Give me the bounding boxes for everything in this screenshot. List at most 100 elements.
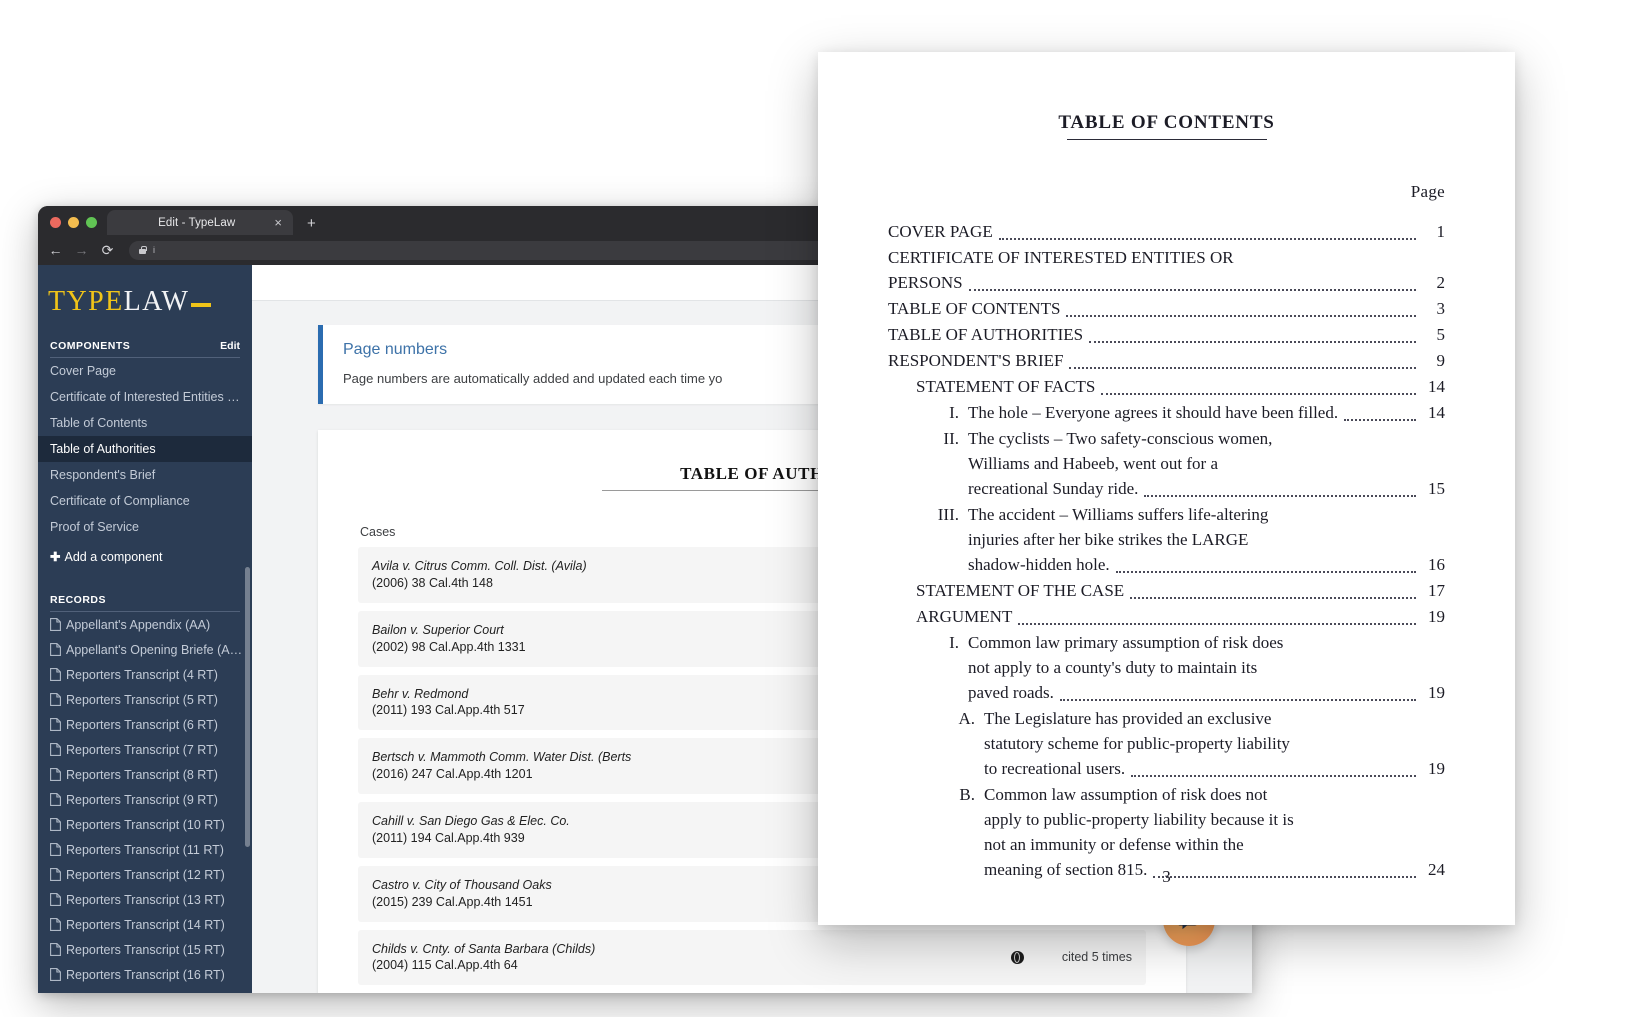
toc-entry[interactable]: ARGUMENT 19 — [888, 605, 1445, 630]
toc-entry[interactable]: CERTIFICATE OF INTERESTED ENTITIES OR PER… — [888, 246, 1445, 296]
toc-leader-dots — [968, 289, 1416, 292]
toc-footer-page-number: 3 — [1162, 867, 1171, 886]
sidebar-record-item[interactable]: Appellant's Appendix (AA) — [38, 612, 252, 637]
toc-entry-line: The Legislature has provided an exclusiv… — [984, 709, 1272, 729]
toc-leader-dots — [1059, 699, 1416, 702]
document-icon — [50, 643, 61, 656]
app-sidebar: TYPELAW COMPONENTS Edit Cover Page Certif… — [38, 265, 252, 993]
sidebar-record-item[interactable]: Reporters Transcript (9 RT) — [38, 787, 252, 812]
toc-entry-line: Common law primary assumption of risk do… — [968, 633, 1284, 653]
case-citation-block: Avila v. Citrus Comm. Coll. Dist. (Avila… — [372, 558, 587, 592]
record-label: Reporters Transcript (12 RT) — [66, 867, 225, 882]
sidebar-scrollbar[interactable] — [245, 267, 251, 991]
toc-entry[interactable]: TABLE OF AUTHORITIES 5 — [888, 323, 1445, 348]
sidebar-component-item[interactable]: Proof of Service — [38, 514, 252, 540]
toc-entry-page: 19 — [1428, 683, 1445, 703]
sidebar-record-item[interactable]: Reporters Transcript (7 RT) — [38, 737, 252, 762]
case-name: Cahill v. San Diego Gas & Elec. Co. — [372, 814, 570, 828]
toc-entry[interactable]: STATEMENT OF FACTS 14 — [888, 375, 1445, 400]
sidebar-record-item[interactable]: Reporters Transcript (6 RT) — [38, 712, 252, 737]
add-component-button[interactable]: ✚ Add a component — [38, 540, 252, 568]
toc-entry-page: 14 — [1428, 403, 1445, 423]
sidebar-record-item[interactable]: Reporters Transcript (12 RT) — [38, 862, 252, 887]
toc-entry[interactable]: COVER PAGE 1 — [888, 220, 1445, 245]
toc-entry-last-line: STATEMENT OF THE CASE 17 — [916, 579, 1445, 604]
sidebar-record-item[interactable]: Reporters Transcript (11 RT) — [38, 837, 252, 862]
components-section-header: COMPONENTS Edit — [50, 340, 240, 358]
sidebar-component-item[interactable]: Table of Authorities — [38, 436, 252, 462]
address-bar-text: i — [153, 245, 156, 255]
case-citation-block: Bertsch v. Mammoth Comm. Water Dist. (Be… — [372, 749, 631, 783]
toc-page-column-header: Page — [1410, 182, 1445, 202]
toc-entry-page: 14 — [1428, 377, 1445, 397]
sidebar-component-item[interactable]: Certificate of Compliance — [38, 488, 252, 514]
sidebar-record-item[interactable]: Reporters Transcript (15 RT) — [38, 937, 252, 962]
sidebar-record-item[interactable]: Reporters Transcript (16 RT) — [38, 962, 252, 987]
case-name: Avila v. Citrus Comm. Coll. Dist. (Avila… — [372, 559, 587, 573]
toc-entry-last-line: STATEMENT OF FACTS 14 — [916, 375, 1445, 400]
reload-icon[interactable]: ⟳ — [100, 243, 115, 257]
sidebar-record-item[interactable]: Reporters Transcript (5 RT) — [38, 687, 252, 712]
sidebar-component-item[interactable]: Cover Page — [38, 358, 252, 384]
toc-leader-dots — [998, 238, 1416, 241]
screenshot-stage: Edit - TypeLaw × + ← → ⟳ i TYPELAW COMPO… — [0, 0, 1638, 1017]
sidebar-component-item[interactable]: Certificate of Interested Entities o… — [38, 384, 252, 410]
toc-entry-text: TABLE OF CONTENTS — [888, 299, 1061, 319]
toc-entry[interactable]: III. The accident – Williams suffers life… — [888, 503, 1445, 578]
record-label: Reporters Transcript (7 RT) — [66, 742, 218, 757]
toc-entry-body: TABLE OF CONTENTS 3 — [888, 297, 1445, 322]
sidebar-record-item[interactable]: Appellant's Opening Briefe (A… — [38, 637, 252, 662]
toc-entry-text: The hole – Everyone agrees it should hav… — [968, 403, 1339, 423]
case-citation-block: Bailon v. Superior Court (2002) 98 Cal.Ap… — [372, 622, 526, 656]
sidebar-component-item[interactable]: Respondent's Brief — [38, 462, 252, 488]
typelaw-logo[interactable]: TYPELAW — [38, 265, 252, 334]
toc-entry-number: A. — [958, 709, 975, 729]
toc-entry-text: STATEMENT OF THE CASE — [916, 581, 1125, 601]
sidebar-component-item[interactable]: Table of Contents — [38, 410, 252, 436]
lock-icon — [139, 246, 147, 254]
back-icon[interactable]: ← — [48, 243, 63, 257]
document-icon — [50, 693, 61, 706]
toc-entry[interactable]: RESPONDENT'S BRIEF 9 — [888, 349, 1445, 374]
record-label: Reporters Transcript (8 RT) — [66, 767, 218, 782]
case-row[interactable]: Childs v. Cnty. of Santa Barbara (Childs… — [358, 929, 1146, 986]
sidebar-record-item[interactable]: Reporters Transcript (14 RT) — [38, 912, 252, 937]
toc-entry-page: 19 — [1428, 607, 1445, 627]
toc-entries: COVER PAGE 1 CERTIFICATE OF INTERESTED ENT… — [888, 220, 1445, 883]
components-title: COMPONENTS — [50, 340, 131, 352]
components-edit-button[interactable]: Edit — [220, 340, 240, 352]
case-citation-block: Cahill v. San Diego Gas & Elec. Co. (2011… — [372, 813, 570, 847]
toc-entry-text: COVER PAGE — [888, 222, 993, 242]
close-icon[interactable]: × — [272, 216, 284, 229]
record-label: Reporters Transcript (14 RT) — [66, 917, 225, 932]
sidebar-record-item[interactable]: Reporters Transcript (13 RT) — [38, 887, 252, 912]
window-controls[interactable] — [38, 217, 107, 235]
record-label: Reporters Transcript (13 RT) — [66, 892, 225, 907]
case-name: Childs v. Cnty. of Santa Barbara (Childs… — [372, 941, 596, 956]
new-tab-button[interactable]: + — [293, 216, 316, 235]
toc-entry-body: The accident – Williams suffers life-alt… — [968, 503, 1445, 578]
toc-entry[interactable]: I. Common law primary assumption of risk … — [888, 631, 1445, 706]
toc-entry[interactable]: I. The hole – Everyone agrees it should h… — [888, 401, 1445, 426]
sidebar-record-item[interactable]: Reporters Transcript (8 RT) — [38, 762, 252, 787]
close-window-button[interactable] — [50, 217, 61, 228]
toc-entry-body: The Legislature has provided an exclusiv… — [984, 707, 1445, 782]
forward-icon[interactable]: → — [74, 243, 89, 257]
sidebar-record-item[interactable]: Reporters Transcript (4 RT) — [38, 662, 252, 687]
toc-entry-text: ARGUMENT — [916, 607, 1013, 627]
globe-icon[interactable] — [1010, 950, 1024, 964]
sidebar-record-item[interactable]: Reporters Transcript (10 RT) — [38, 812, 252, 837]
sidebar-scrollbar-thumb[interactable] — [245, 567, 250, 847]
logo-type-text: TYPE — [48, 286, 124, 317]
minimize-window-button[interactable] — [68, 217, 79, 228]
toc-entry[interactable]: II. The cyclists – Two safety-conscious w… — [888, 427, 1445, 502]
toc-entry-last-line: to recreational users. 19 — [984, 757, 1445, 782]
browser-tab[interactable]: Edit - TypeLaw × — [107, 210, 293, 235]
toc-entry-line: Common law assumption of risk does not — [984, 785, 1268, 805]
toc-entry[interactable]: STATEMENT OF THE CASE 17 — [888, 579, 1445, 604]
toc-entry[interactable]: A. The Legislature has provided an exclus… — [888, 707, 1445, 782]
toc-entry[interactable]: TABLE OF CONTENTS 3 — [888, 297, 1445, 322]
toc-entry-number: II. — [943, 429, 959, 449]
record-label: Reporters Transcript (6 RT) — [66, 717, 218, 732]
maximize-window-button[interactable] — [86, 217, 97, 228]
